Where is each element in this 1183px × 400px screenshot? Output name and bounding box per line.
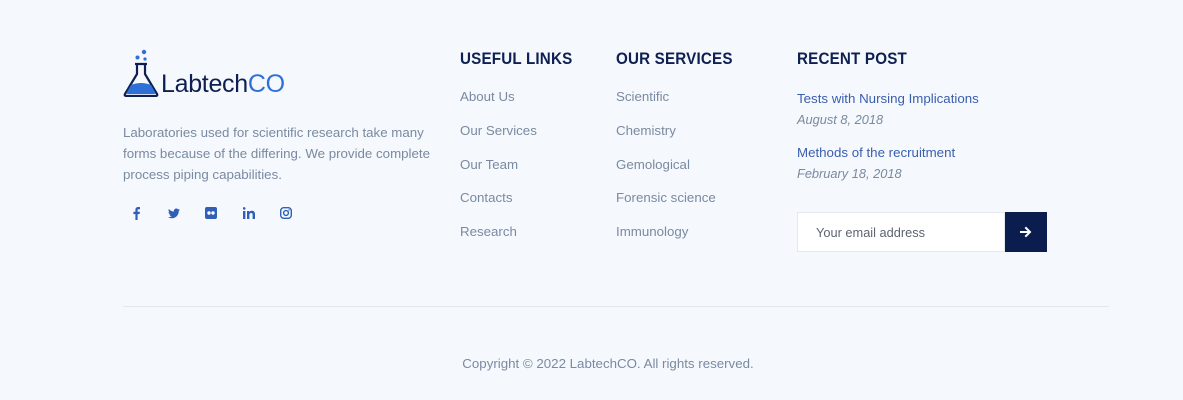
post-date: February 18, 2018 [797,166,902,181]
link-our-services[interactable]: Our Services [460,123,582,139]
service-scientific[interactable]: Scientific [616,89,743,105]
post-date: August 8, 2018 [797,112,884,127]
link-about-us[interactable]: About Us [460,89,582,105]
newsletter-form [797,212,1047,252]
link-contacts[interactable]: Contacts [460,190,582,206]
service-chemistry[interactable]: Chemistry [616,123,743,139]
flask-icon [123,49,159,97]
subscribe-button[interactable] [1005,212,1047,252]
instagram-icon[interactable] [280,206,292,220]
facebook-icon[interactable] [130,206,142,220]
twitter-icon[interactable] [167,206,180,220]
social-links [130,206,443,220]
copyright-text: Copyright © 2022 LabtechCO. All rights r… [462,356,754,371]
flickr-icon[interactable] [205,206,217,220]
link-our-team[interactable]: Our Team [460,157,582,173]
linkedin-icon[interactable] [242,206,255,220]
recent-posts: RECENT POST Tests with Nursing Implicati… [797,50,1057,182]
logo[interactable]: LabtechCO [123,47,443,97]
useful-links: USEFUL LINKS About Us Our Services Our T… [460,50,582,258]
post-item: Methods of the recruitment February 18, … [797,145,1057,182]
service-forensic-science[interactable]: Forensic science [616,190,743,206]
our-services: OUR SERVICES Scientific Chemistry Gemolo… [616,50,743,258]
footer-brand: LabtechCO Laboratories used for scientif… [123,47,443,220]
footer-divider [123,306,1109,307]
post-link[interactable]: Tests with Nursing Implications [797,91,1057,107]
service-gemological[interactable]: Gemological [616,157,743,173]
service-immunology[interactable]: Immunology [616,224,743,240]
about-text: Laboratories used for scientific researc… [123,125,430,182]
logo-text: LabtechCO [161,70,285,98]
link-research[interactable]: Research [460,224,582,240]
post-link[interactable]: Methods of the recruitment [797,145,1057,161]
email-input[interactable] [797,212,1005,252]
useful-links-title: USEFUL LINKS [460,50,573,68]
services-title: OUR SERVICES [616,50,733,68]
post-item: Tests with Nursing Implications August 8… [797,91,1057,128]
recent-post-title: RECENT POST [797,50,907,68]
arrow-right-icon [1020,226,1032,238]
